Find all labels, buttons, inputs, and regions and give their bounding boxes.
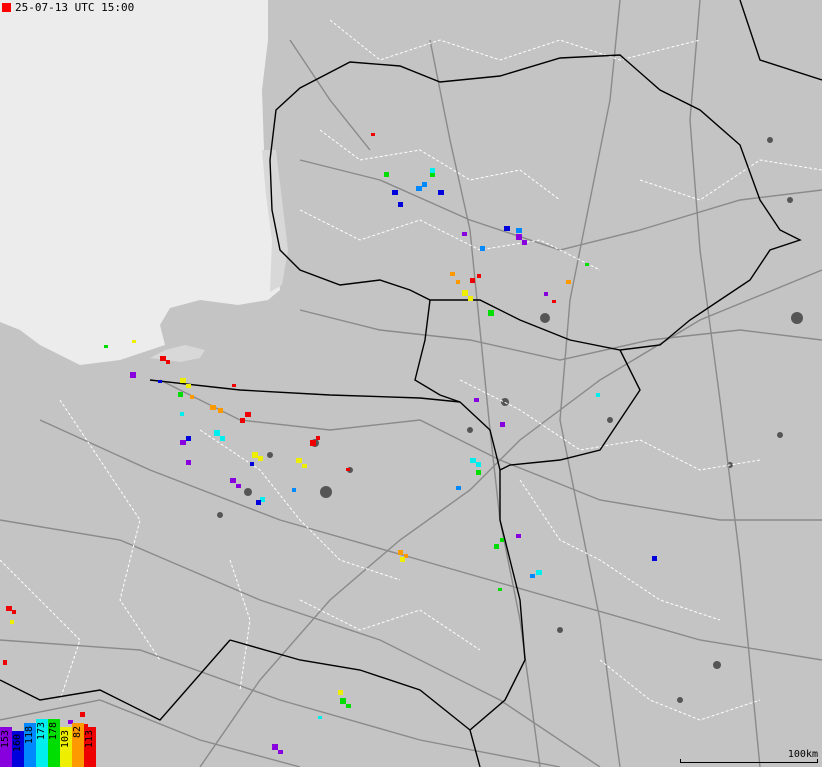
legend-label: 178 [48,722,59,741]
legend-bar: 118 [24,723,36,767]
legend-label: 173 [36,722,47,741]
scale-line [680,759,818,763]
vistula-lagoon [150,345,205,362]
legend-bar: 82 [72,723,84,767]
timestamp-text: 25-07-13 UTC 15:00 [15,1,135,14]
legend-bar: 103 [60,727,72,767]
legend-label: 82 [72,726,83,739]
legend-bar: 178 [48,719,60,767]
legend-bar: 160 [12,731,24,767]
baltic-sea [0,0,280,365]
legend-label: 103 [60,730,71,749]
map-canvas [0,0,822,767]
legend-bar: 153 [0,727,12,767]
timestamp: 25-07-13 UTC 15:00 [2,1,134,14]
legend-label: 118 [24,726,35,745]
timestamp-marker [2,3,11,12]
legend-label: 160 [12,734,23,753]
legend-bar: 173 [36,719,48,767]
lightning-map: 25-07-13 UTC 15:00 153 160 118 173 178 103 82 1… [0,0,822,767]
age-legend: 153 160 118 173 178 103 82 113 [0,719,96,767]
legend-label: 113 [84,730,95,749]
scale-bar: 100km [680,747,818,763]
legend-label: 153 [0,730,11,749]
legend-bar: 113 [84,727,96,767]
